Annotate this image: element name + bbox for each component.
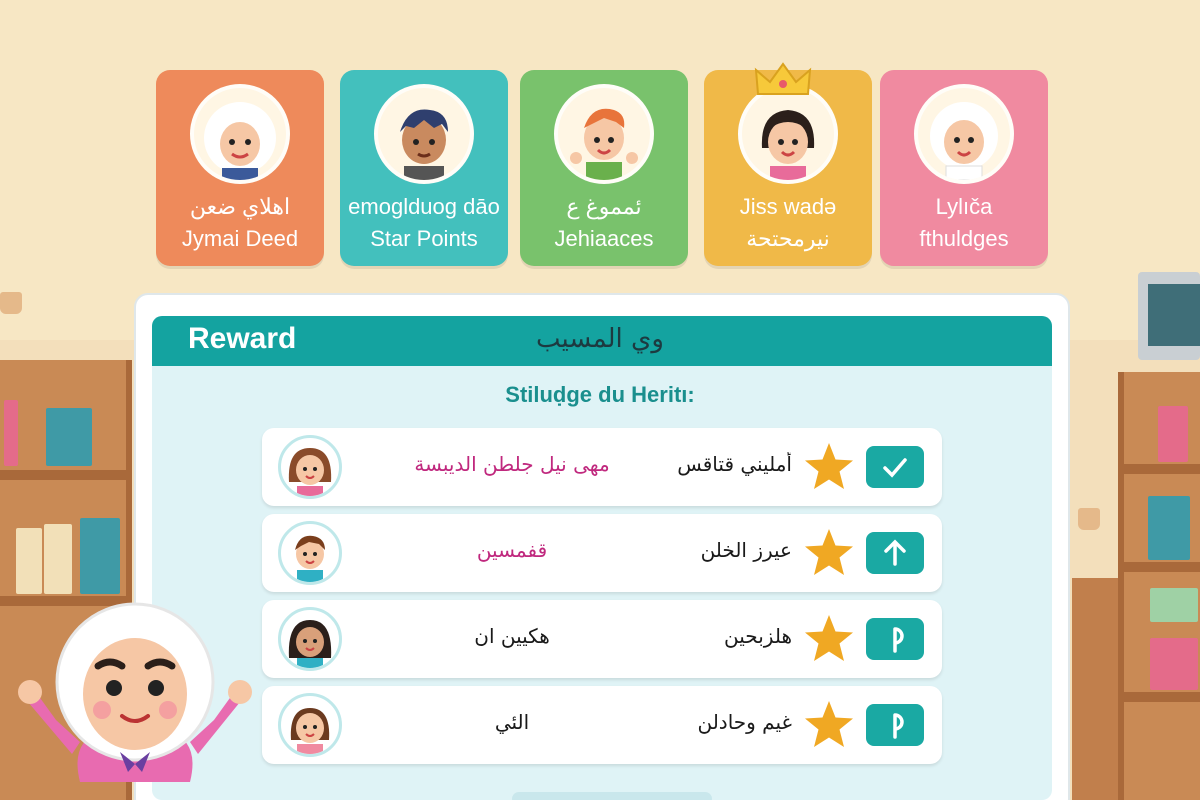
panel-title: Reward [188, 322, 297, 355]
student-avatar [278, 607, 342, 671]
check-icon [883, 458, 907, 478]
p-icon [893, 627, 904, 653]
card-subtitle: Jymai Deed [181, 226, 299, 251]
star-icon [805, 615, 853, 661]
student-points: أمليني قتاقس [677, 452, 792, 476]
award-button[interactable] [866, 704, 924, 746]
card-title: Lylıča [935, 194, 993, 219]
boy-avatar [374, 84, 474, 184]
shelf-cup [1078, 508, 1100, 530]
panel-subtitle: Stiluḍge du Heritı: [505, 382, 695, 407]
cabinet-right [1072, 578, 1122, 800]
hijab-girl-avatar [190, 84, 290, 184]
card-title: اهلاي ضعن [189, 194, 291, 219]
card-title: Jiss wadə [739, 194, 837, 219]
card-subtitle: نيرمحتحة [746, 226, 830, 251]
card-title: ئمموغ ع [566, 194, 642, 219]
card-subtitle: Star Points [370, 226, 478, 251]
profile-card-3[interactable]: ئمموغ ع Jehiaaces [520, 70, 688, 266]
profile-card-5[interactable]: Lylıča fthuldges [880, 70, 1048, 266]
list-item[interactable]: هكيين ان هلزبحين [262, 600, 942, 678]
student-points: هلزبحين [724, 624, 792, 648]
star-icon [805, 443, 853, 489]
award-button[interactable] [866, 446, 924, 488]
student-avatar [278, 521, 342, 585]
hijab-boy-avatar [914, 84, 1014, 184]
waving-boy-avatar [554, 84, 654, 184]
star-icon [805, 701, 853, 747]
profile-card-1[interactable]: اهلاي ضعن Jymai Deed [156, 70, 324, 266]
p-icon [893, 713, 904, 739]
scroll-indicator[interactable] [512, 792, 712, 800]
card-subtitle: Jehiaaces [554, 226, 654, 251]
arrow-up-icon [884, 539, 906, 566]
card-title: emoglduog dāo [348, 194, 500, 219]
student-points: عيرز الخلن [700, 538, 792, 562]
list-item[interactable]: الئي غيم وحادلن [262, 686, 942, 764]
card-subtitle: fthuldges [919, 226, 1009, 251]
wall-screen [1138, 272, 1200, 360]
mascot-girl-illustration [18, 602, 252, 782]
wall-cup [0, 292, 22, 314]
crown-icon [754, 62, 812, 95]
list-item[interactable]: قفمسين عيرز الخلن [262, 514, 942, 592]
star-icon [805, 529, 853, 575]
panel-arabic-title: وي المسيب [536, 324, 664, 354]
award-button[interactable] [866, 532, 924, 574]
student-points: غيم وحادلن [697, 710, 792, 734]
list-item[interactable]: مهى نيل جلطن الديبسة أمليني قتاقس [262, 428, 942, 506]
student-avatar [278, 435, 342, 499]
student-avatar [278, 693, 342, 757]
profile-card-2[interactable]: emoglduog dāo Star Points [340, 70, 508, 266]
award-button[interactable] [866, 618, 924, 660]
bookshelf-right [1118, 372, 1200, 800]
